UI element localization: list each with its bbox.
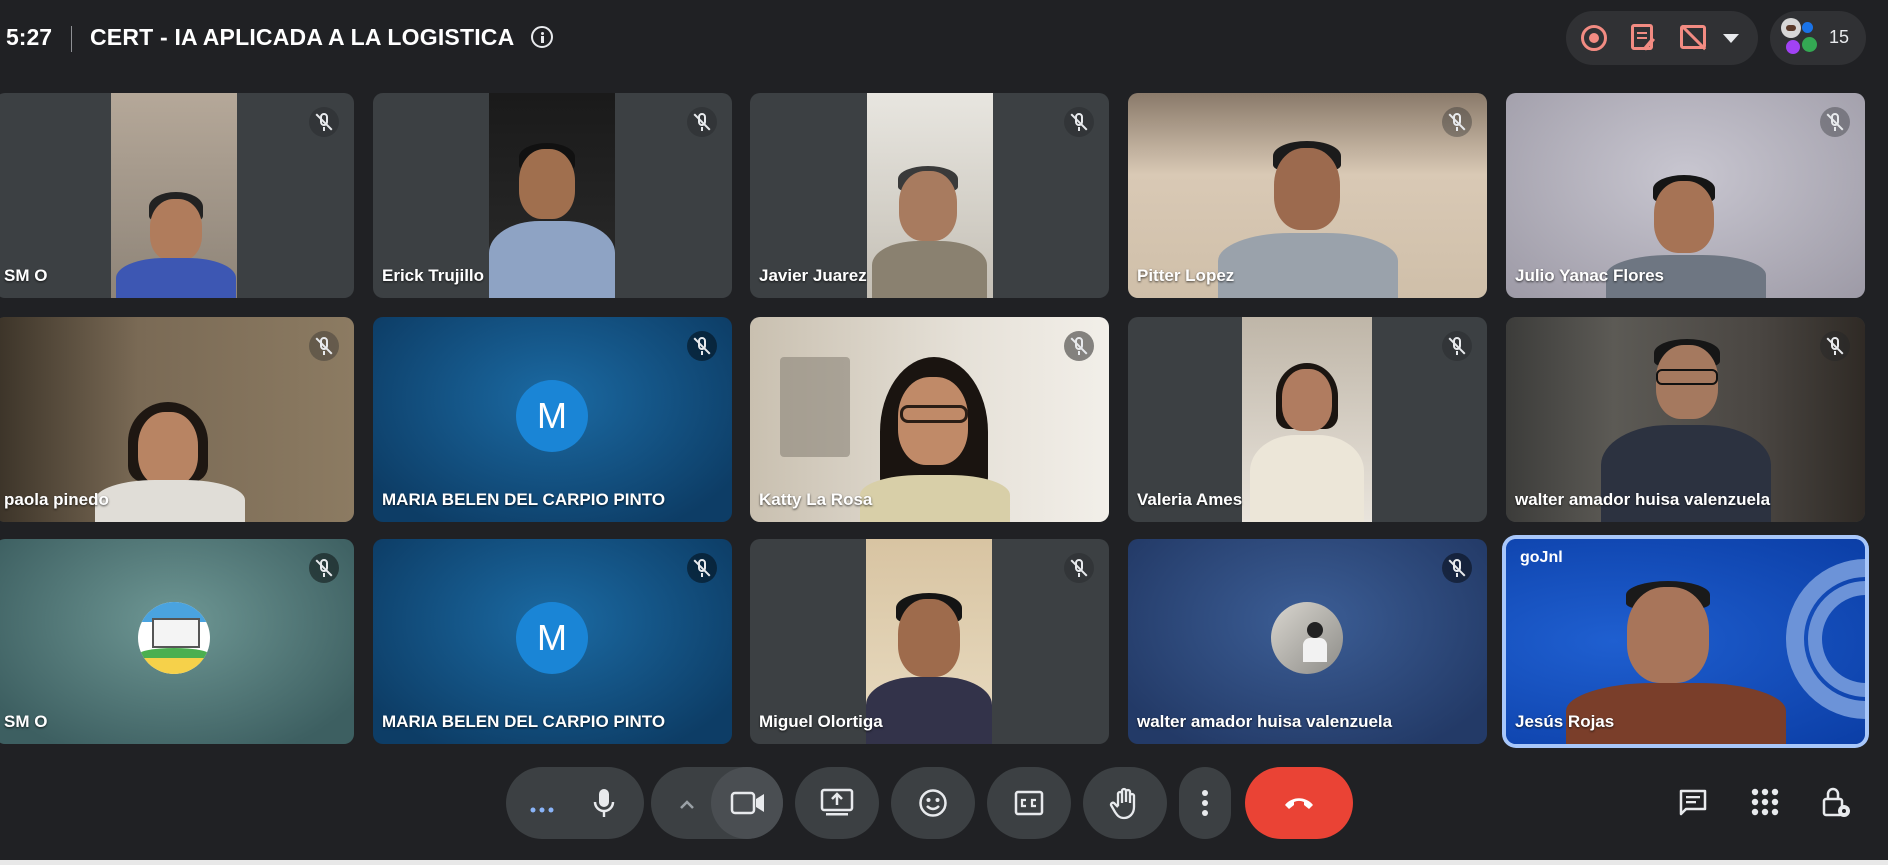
participant-count: 15 — [1829, 27, 1850, 47]
avatar — [1786, 40, 1800, 54]
activities-icon[interactable] — [1750, 787, 1780, 817]
brand-text: goJnl — [1520, 549, 1563, 566]
microphone-icon[interactable] — [591, 787, 617, 819]
taskbar-edge — [0, 860, 1888, 865]
present-screen-icon[interactable] — [820, 788, 854, 818]
top-bar: 5:27 CERT - IA APLICADA A LA LOGISTICA 1… — [0, 0, 1888, 76]
participant-name: paola pinedo — [4, 490, 109, 509]
video-feed — [867, 93, 993, 298]
participant-tile[interactable]: paola pinedo — [0, 317, 354, 522]
participant-name: Pitter Lopez — [1137, 266, 1235, 285]
participant-tile[interactable]: SM O — [0, 539, 354, 744]
end-call-icon[interactable] — [1282, 794, 1316, 812]
emoji-icon[interactable] — [918, 788, 948, 818]
participant-tile[interactable]: Julio Yanac Flores — [1506, 93, 1865, 298]
more-options-icon[interactable] — [530, 800, 554, 813]
participant-name: Miguel Olortiga — [759, 712, 883, 731]
captions-off-icon[interactable] — [1680, 25, 1706, 49]
participant-name: SM O — [4, 712, 48, 731]
participant-tile[interactable]: walter amador huisa valenzuela — [1128, 539, 1487, 744]
participant-tile-active-speaker[interactable]: goJnl Jesús Rojas — [1506, 539, 1865, 744]
captions-icon[interactable] — [1014, 790, 1044, 816]
meeting-time: 5:27 — [6, 24, 53, 50]
video-feed — [489, 93, 615, 298]
meeting-title: CERT - IA APLICADA A LA LOGISTICA — [90, 24, 515, 50]
participant-name: Javier Juarez — [759, 266, 867, 285]
mic-off-icon — [687, 331, 717, 361]
participant-name: Valeria Ames — [1137, 490, 1243, 509]
participant-name: walter amador huisa valenzuela — [1515, 490, 1771, 509]
participant-tile[interactable]: Erick Trujillo — [373, 93, 732, 298]
mic-off-icon — [1064, 553, 1094, 583]
chevron-up-icon[interactable] — [678, 797, 696, 809]
mic-off-icon — [1064, 107, 1094, 137]
participant-tile[interactable]: walter amador huisa valenzuela — [1506, 317, 1865, 522]
avatar — [1271, 602, 1343, 674]
video-feed — [1242, 317, 1372, 522]
raise-hand-icon[interactable] — [1108, 786, 1142, 820]
video-feed — [866, 539, 992, 744]
participant-name: MARIA BELEN DEL CARPIO PINTO — [382, 712, 666, 731]
mic-off-icon — [1064, 331, 1094, 361]
chevron-down-icon[interactable] — [1723, 34, 1739, 43]
avatar: M — [516, 602, 588, 674]
mic-off-icon — [1442, 553, 1472, 583]
chat-icon[interactable] — [1677, 787, 1709, 819]
participant-name: SM O — [4, 266, 48, 285]
avatar — [138, 602, 210, 674]
participant-tile[interactable]: Katty La Rosa — [750, 317, 1109, 522]
participant-name: Julio Yanac Flores — [1515, 266, 1664, 285]
mic-control-group — [506, 767, 644, 839]
participant-name: Jesús Rojas — [1515, 712, 1615, 731]
participant-tile[interactable]: M MARIA BELEN DEL CARPIO PINTO — [373, 317, 732, 522]
participant-tile[interactable]: Valeria Ames — [1128, 317, 1487, 522]
participant-tile[interactable]: Miguel Olortiga — [750, 539, 1109, 744]
participant-tile[interactable]: Javier Juarez — [750, 93, 1109, 298]
divider — [71, 26, 72, 52]
mic-off-icon — [309, 107, 339, 137]
participant-avatars — [1781, 18, 1819, 56]
participant-tile[interactable]: Pitter Lopez — [1128, 93, 1487, 298]
more-vert-icon[interactable] — [1202, 789, 1208, 817]
video-feed — [111, 93, 237, 298]
recording-icon[interactable] — [1581, 25, 1607, 51]
mic-off-icon — [309, 331, 339, 361]
avatar: M — [516, 380, 588, 452]
avatar — [1781, 18, 1801, 38]
mic-off-icon — [309, 553, 339, 583]
participant-tile[interactable]: M MARIA BELEN DEL CARPIO PINTO — [373, 539, 732, 744]
participant-name: walter amador huisa valenzuela — [1137, 712, 1393, 731]
mic-off-icon — [687, 553, 717, 583]
participant-name: MARIA BELEN DEL CARPIO PINTO — [382, 490, 666, 509]
mic-off-icon — [1820, 107, 1850, 137]
take-notes-icon[interactable] — [1631, 24, 1653, 50]
mic-off-icon — [1442, 107, 1472, 137]
avatar — [1802, 37, 1817, 52]
participant-tile[interactable]: SM O — [0, 93, 354, 298]
participant-name: Katty La Rosa — [759, 490, 873, 509]
camera-icon[interactable] — [730, 790, 766, 816]
info-icon[interactable] — [531, 26, 553, 48]
participant-name: Erick Trujillo — [382, 266, 485, 285]
mic-off-icon — [1820, 331, 1850, 361]
mic-off-icon — [687, 107, 717, 137]
mic-off-icon — [1442, 331, 1472, 361]
host-controls-icon[interactable] — [1820, 785, 1852, 819]
avatar — [1802, 22, 1813, 33]
